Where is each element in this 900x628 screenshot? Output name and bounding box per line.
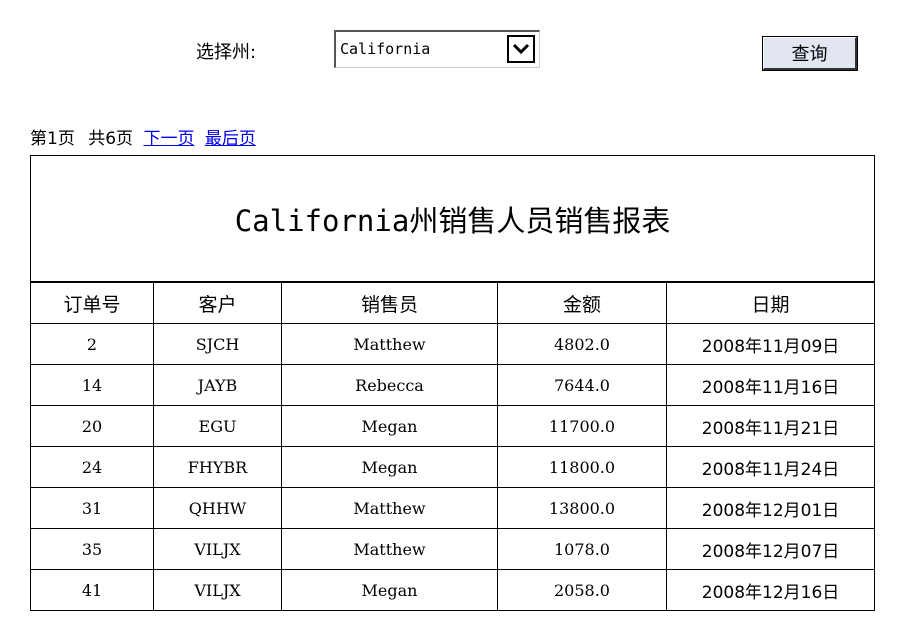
total-pages: 共6页 (88, 129, 134, 149)
table-row: 31 QHHW Matthew 13800.0 2008年12月01日 (30, 487, 876, 529)
state-select[interactable]: California (334, 30, 540, 68)
table-row: 20 EGU Megan 11700.0 2008年11月21日 (30, 405, 876, 447)
customer-cell: VILJX (153, 528, 282, 570)
amount-cell: 2058.0 (497, 569, 667, 611)
salesperson-cell: Megan (281, 446, 498, 488)
report-title: California州销售人员销售报表 (29, 155, 876, 283)
state-select-value: California (340, 40, 431, 58)
state-label: 选择州: (196, 42, 257, 63)
order-no-cell: 20 (30, 405, 154, 447)
query-button[interactable]: 查询 (762, 36, 858, 71)
table-row: 2 SJCH Matthew 4802.0 2008年11月09日 (30, 323, 876, 365)
last-page-link[interactable]: 最后页 (205, 129, 256, 149)
amount-cell: 1078.0 (497, 528, 667, 570)
column-header-amount: 金额 (497, 281, 667, 324)
order-no-cell: 2 (30, 323, 154, 365)
salesperson-cell: Megan (281, 569, 498, 611)
amount-cell: 11800.0 (497, 446, 667, 488)
column-header-order-no: 订单号 (30, 281, 154, 324)
order-no-cell: 35 (30, 528, 154, 570)
order-no-cell: 31 (30, 487, 154, 529)
amount-cell: 4802.0 (497, 323, 667, 365)
order-no-cell: 14 (30, 364, 154, 406)
pagination: 第1页 共6页 下一页 最后页 (30, 124, 256, 149)
order-no-cell: 24 (30, 446, 154, 488)
table-row: 41 VILJX Megan 2058.0 2008年12月16日 (30, 569, 876, 611)
table-row: 14 JAYB Rebecca 7644.0 2008年11月16日 (30, 364, 876, 406)
current-page: 第1页 (30, 129, 75, 149)
salesperson-cell: Matthew (281, 487, 498, 529)
salesperson-cell: Rebecca (281, 364, 498, 406)
column-header-customer: 客户 (153, 281, 282, 324)
table-row: 24 FHYBR Megan 11800.0 2008年11月24日 (30, 446, 876, 488)
amount-cell: 11700.0 (497, 405, 667, 447)
header-row: 订单号 客户 销售员 金额 日期 (30, 281, 876, 324)
customer-cell: JAYB (153, 364, 282, 406)
chevron-down-icon (512, 43, 530, 55)
date-cell: 2008年12月16日 (665, 569, 876, 611)
customer-cell: EGU (153, 405, 282, 447)
column-header-salesperson: 销售员 (281, 281, 498, 324)
report-page: 选择州: California 查询 第1页 共6页 下一页 最后页 Calif… (0, 0, 900, 628)
date-cell: 2008年11月09日 (665, 323, 876, 365)
date-cell: 2008年11月24日 (665, 446, 876, 488)
salesperson-cell: Matthew (281, 323, 498, 365)
date-cell: 2008年12月01日 (665, 487, 876, 529)
sales-report-table: California州销售人员销售报表 订单号 客户 销售员 金额 日期 2 S… (29, 155, 876, 611)
customer-cell: SJCH (153, 323, 282, 365)
salesperson-cell: Matthew (281, 528, 498, 570)
amount-cell: 7644.0 (497, 364, 667, 406)
customer-cell: QHHW (153, 487, 282, 529)
customer-cell: FHYBR (153, 446, 282, 488)
date-cell: 2008年11月16日 (665, 364, 876, 406)
date-cell: 2008年11月21日 (665, 405, 876, 447)
amount-cell: 13800.0 (497, 487, 667, 529)
date-cell: 2008年12月07日 (665, 528, 876, 570)
select-dropdown-button[interactable] (507, 35, 535, 63)
column-header-date: 日期 (665, 281, 876, 324)
order-no-cell: 41 (30, 569, 154, 611)
customer-cell: VILJX (153, 569, 282, 611)
salesperson-cell: Megan (281, 405, 498, 447)
table-row: 35 VILJX Matthew 1078.0 2008年12月07日 (30, 528, 876, 570)
next-page-link[interactable]: 下一页 (143, 129, 194, 149)
